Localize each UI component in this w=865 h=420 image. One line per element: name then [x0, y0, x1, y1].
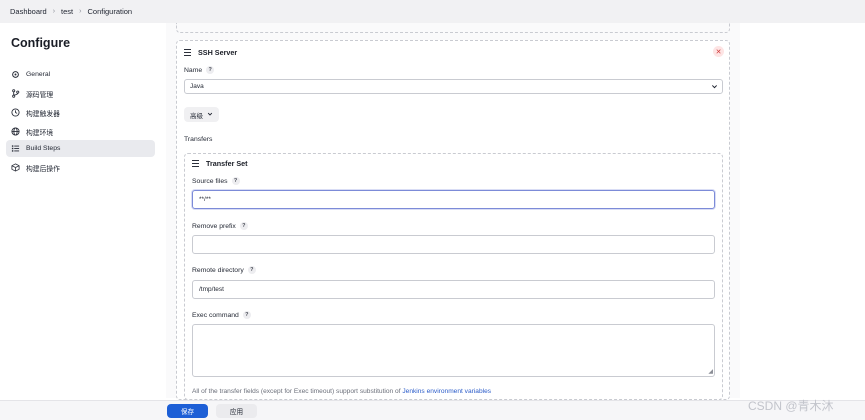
sidebar-item-label: 构建环境 — [26, 129, 54, 137]
jenkins-env-vars-link[interactable]: Jenkins environment variables — [402, 388, 491, 395]
sidebar-item-label: 构建触发器 — [26, 110, 60, 118]
name-label-row: Name ? — [184, 66, 215, 74]
exec-command-textarea[interactable]: ◢ — [192, 324, 715, 377]
remote-directory-input[interactable]: /tmp/test — [192, 280, 715, 299]
resize-handle-icon[interactable]: ◢ — [708, 369, 713, 375]
advanced-button[interactable]: 高级 — [184, 107, 219, 122]
source-files-input[interactable]: **/** — [192, 190, 715, 209]
help-icon[interactable]: ? — [239, 222, 248, 230]
advanced-label: 高级 — [190, 112, 203, 120]
drag-handle-icon[interactable] — [192, 160, 199, 167]
sidebar-item-label: 源码管理 — [26, 91, 54, 99]
breadcrumb-test[interactable]: test — [61, 7, 73, 16]
name-select[interactable]: Java — [184, 79, 723, 94]
chevron-right-icon: › — [52, 8, 56, 15]
exec-command-label: Exec command — [192, 311, 239, 319]
remove-prefix-label-row: Remove prefix ? — [192, 222, 248, 230]
remove-prefix-input[interactable] — [192, 235, 715, 254]
sidebar-item-triggers[interactable]: 构建触发器 — [6, 104, 155, 121]
sidebar-item-build-steps[interactable]: Build Steps — [6, 140, 155, 157]
save-button[interactable]: 保存 — [167, 404, 208, 418]
remote-directory-label-row: Remote directory ? — [192, 266, 256, 274]
sidebar-item-label: Build Steps — [26, 145, 61, 152]
sidebar-item-environment[interactable]: 构建环境 — [6, 123, 155, 140]
ssh-server-header: SSH Server — [184, 48, 237, 57]
transfer-set-header: Transfer Set — [192, 159, 248, 168]
sidebar-item-source[interactable]: 源码管理 — [6, 85, 155, 102]
source-files-value: **/** — [199, 196, 211, 203]
breadcrumb-dashboard[interactable]: Dashboard — [10, 7, 47, 16]
name-label: Name — [184, 66, 203, 74]
transfers-label: Transfers — [184, 136, 213, 143]
list-icon — [11, 144, 20, 153]
watermark: CSDN @青木沐 — [748, 399, 834, 413]
remote-directory-value: /tmp/test — [199, 286, 224, 293]
chevron-down-icon — [207, 111, 213, 119]
ssh-server-title: SSH Server — [198, 48, 238, 57]
chevron-right-icon: › — [79, 8, 82, 15]
drag-handle-icon[interactable] — [184, 49, 191, 56]
exec-command-label-row: Exec command ? — [192, 311, 251, 319]
breadcrumb: Dashboard › test › Configuration — [0, 0, 865, 23]
help-icon[interactable]: ? — [242, 311, 251, 319]
globe-icon — [11, 127, 20, 136]
page-title: Configure — [11, 36, 71, 50]
sidebar-item-post-build[interactable]: 构建后操作 — [6, 159, 155, 176]
help-icon[interactable]: ? — [206, 66, 215, 74]
source-files-label: Source files — [192, 177, 228, 185]
branch-icon — [11, 89, 20, 98]
breadcrumb-configuration[interactable]: Configuration — [87, 7, 132, 16]
sidebar-item-label: General — [26, 71, 51, 78]
close-icon[interactable]: ✕ — [713, 46, 724, 57]
gear-icon — [11, 70, 20, 79]
sidebar-item-general[interactable]: General — [6, 66, 155, 83]
clock-icon — [11, 108, 20, 117]
substitution-note-text: All of the transfer fields (except for E… — [192, 388, 403, 395]
chevron-down-icon — [711, 83, 718, 92]
cube-icon — [11, 163, 20, 172]
remove-prefix-label: Remove prefix — [192, 222, 236, 230]
help-icon[interactable]: ? — [231, 177, 240, 185]
name-select-value: Java — [190, 83, 204, 90]
sidebar: Configure General 源码管理 构建触发器 构建环境 Build … — [0, 23, 160, 420]
substitution-note: All of the transfer fields (except for E… — [192, 388, 491, 395]
footer-bar — [0, 400, 865, 420]
apply-button[interactable]: 应用 — [216, 404, 257, 418]
help-icon[interactable]: ? — [247, 266, 256, 274]
remote-directory-label: Remote directory — [192, 266, 244, 274]
source-files-label-row: Source files ? — [192, 177, 240, 185]
sidebar-item-label: 构建后操作 — [26, 165, 60, 173]
previous-block — [176, 23, 730, 33]
transfer-set-title: Transfer Set — [206, 159, 248, 168]
